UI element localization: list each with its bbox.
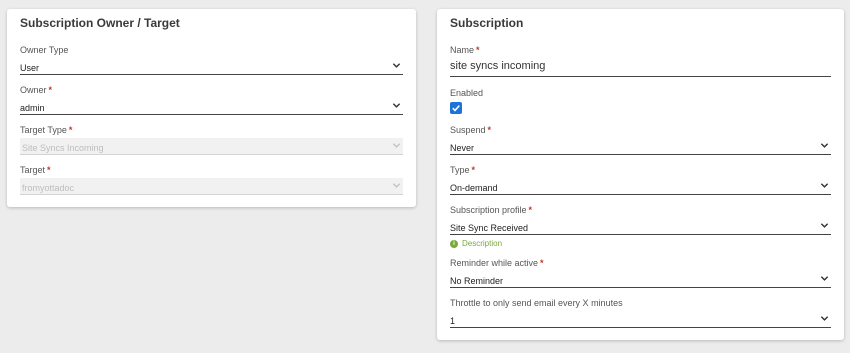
- target-type-select: Site Syncs Incoming: [20, 138, 403, 155]
- chevron-down-icon: [820, 223, 829, 228]
- required-marker: *: [528, 205, 533, 215]
- reminder-field: Reminder while active * No Reminder: [450, 257, 831, 288]
- owner-target-title: Subscription Owner / Target: [20, 16, 180, 30]
- subscription-card: Subscription Name * site syncs incoming E…: [437, 9, 844, 340]
- target-type-label: Target Type *: [20, 125, 73, 135]
- owner-type-label: Owner Type: [20, 45, 69, 55]
- profile-value: Site Sync Received: [450, 223, 529, 233]
- suspend-label: Suspend *: [450, 125, 492, 135]
- throttle-value: 1: [450, 316, 456, 326]
- owner-type-field: Owner Type User: [20, 44, 403, 75]
- suspend-select[interactable]: Never: [450, 138, 831, 155]
- reminder-value: No Reminder: [450, 276, 504, 286]
- profile-description-link[interactable]: i Description: [450, 239, 831, 248]
- target-field: Target * fromyottadoc: [20, 164, 403, 195]
- target-type-value: Site Syncs Incoming: [22, 143, 104, 153]
- profile-label: Subscription profile *: [450, 205, 533, 215]
- reminder-label: Reminder while active *: [450, 258, 544, 268]
- owner-select[interactable]: admin: [20, 98, 403, 115]
- enabled-checkbox[interactable]: [450, 102, 462, 114]
- type-label: Type *: [450, 165, 476, 175]
- profile-select[interactable]: Site Sync Received: [450, 218, 831, 235]
- suspend-field: Suspend * Never: [450, 124, 831, 155]
- type-value: On-demand: [450, 183, 498, 193]
- chevron-down-icon: [392, 63, 401, 68]
- info-icon: i: [450, 239, 458, 248]
- name-input[interactable]: site syncs incoming: [450, 58, 831, 77]
- chevron-down-icon: [820, 183, 829, 188]
- throttle-label: Throttle to only send email every X minu…: [450, 298, 623, 308]
- throttle-field: Throttle to only send email every X minu…: [450, 297, 831, 328]
- owner-type-value: User: [20, 63, 40, 73]
- enabled-field: Enabled: [450, 87, 831, 114]
- target-select: fromyottadoc: [20, 178, 403, 195]
- check-icon: [452, 105, 460, 112]
- required-marker: *: [48, 85, 53, 95]
- required-marker: *: [540, 258, 544, 268]
- enabled-label: Enabled: [450, 88, 484, 98]
- chevron-down-icon: [820, 316, 829, 321]
- owner-label: Owner *: [20, 85, 53, 95]
- throttle-select[interactable]: 1: [450, 311, 831, 328]
- type-field: Type * On-demand: [450, 164, 831, 195]
- chevron-down-icon: [392, 103, 401, 108]
- chevron-down-icon: [392, 183, 401, 188]
- owner-target-card: Subscription Owner / Target Owner Type U…: [7, 9, 416, 207]
- chevron-down-icon: [820, 276, 829, 281]
- required-marker: *: [47, 165, 51, 175]
- suspend-value: Never: [450, 143, 475, 153]
- required-marker: *: [68, 125, 73, 135]
- required-marker: *: [471, 165, 476, 175]
- chevron-down-icon: [392, 143, 401, 148]
- target-type-field: Target Type * Site Syncs Incoming: [20, 124, 403, 155]
- profile-description-text: Description: [462, 239, 503, 248]
- profile-field: Subscription profile * Site Sync Received…: [450, 204, 831, 248]
- type-select[interactable]: On-demand: [450, 178, 831, 195]
- owner-value: admin: [20, 103, 45, 113]
- required-marker: *: [487, 125, 492, 135]
- chevron-down-icon: [820, 143, 829, 148]
- name-label: Name *: [450, 45, 480, 55]
- required-marker: *: [476, 45, 480, 55]
- target-label: Target *: [20, 165, 51, 175]
- subscription-title: Subscription: [450, 16, 524, 30]
- owner-field: Owner * admin: [20, 84, 403, 115]
- name-field: Name * site syncs incoming: [450, 44, 831, 77]
- target-value: fromyottadoc: [22, 183, 75, 193]
- reminder-select[interactable]: No Reminder: [450, 271, 831, 288]
- owner-type-select[interactable]: User: [20, 58, 403, 75]
